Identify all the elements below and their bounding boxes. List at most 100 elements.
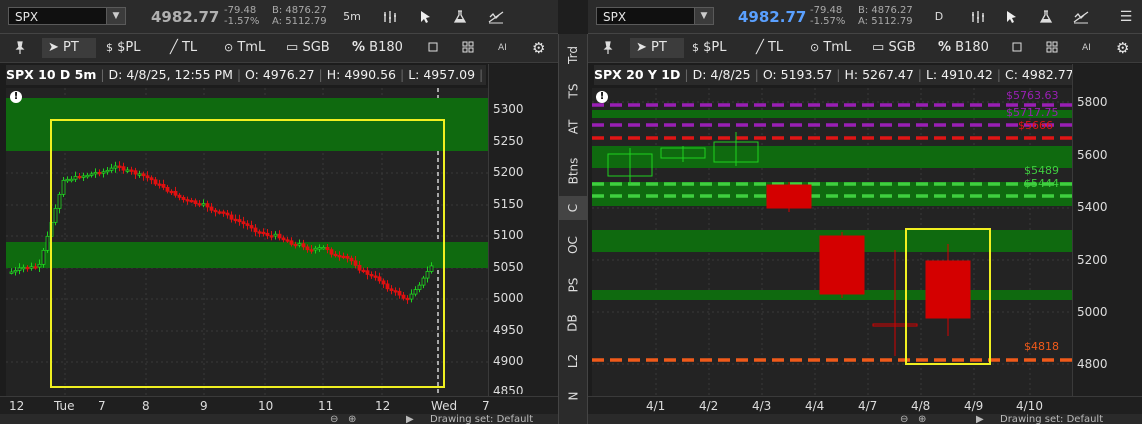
draw-line-icon[interactable] <box>485 8 507 26</box>
tab-btns[interactable]: Btns <box>559 152 587 190</box>
left-candle <box>193 200 198 205</box>
left-candle <box>125 169 130 172</box>
square-icon[interactable] <box>428 38 442 58</box>
trendline-icon: ╱ <box>170 40 178 55</box>
zoom-in-icon[interactable]: ⊕ <box>918 414 926 424</box>
chart-style-icon[interactable] <box>968 8 988 26</box>
right-info-close: C: 4982.77 <box>1005 67 1072 82</box>
right-level-label: $5763.63 <box>1006 89 1059 102</box>
flask-icon[interactable] <box>450 8 470 26</box>
left-y-label: 4950 <box>493 323 524 337</box>
right-level-label: $5444 <box>1024 177 1059 190</box>
right-last-price: 4982.77 <box>738 8 807 26</box>
left-timeframe-button[interactable]: 5m <box>340 8 364 26</box>
right-price-plot[interactable] <box>592 88 1072 396</box>
grid-icon[interactable] <box>462 38 476 58</box>
tab-trd[interactable]: Trd <box>559 40 587 70</box>
left-y-label: 5050 <box>493 260 524 274</box>
left-info-bar: SPX 10 D 5m | D: 4/8/25, 12:55 PM | O: 4… <box>6 65 486 85</box>
tab-n[interactable]: N <box>559 384 587 408</box>
left-candle <box>77 175 82 179</box>
right-tool-pl[interactable]: $ $PL <box>692 38 727 58</box>
tab-db[interactable]: DB <box>559 310 587 336</box>
left-candle <box>225 212 230 216</box>
draw-line-icon[interactable] <box>1070 8 1092 26</box>
left-candle <box>25 266 30 270</box>
left-tool-sgb-label: SGB <box>302 40 330 55</box>
left-candle <box>165 187 170 192</box>
left-tool-b180[interactable]: % B180 <box>352 38 403 58</box>
left-candle <box>297 243 302 246</box>
tab-l2[interactable]: L2 <box>559 348 587 374</box>
left-tool-sgb[interactable]: ▭ SGB <box>286 38 330 58</box>
left-candle <box>81 175 86 178</box>
tab-at[interactable]: AT <box>559 114 587 140</box>
left-candle <box>17 267 22 271</box>
gear-icon[interactable]: ⚙ <box>532 38 545 58</box>
right-drawing-set[interactable]: Drawing set: Default <box>1000 414 1103 424</box>
left-bottom-status: ⊖ ⊕ ▶ Drawing set: Default <box>0 414 558 424</box>
grid-icon[interactable] <box>1046 38 1060 58</box>
tab-ts[interactable]: TS <box>559 78 587 104</box>
right-ask: A: 5112.79 <box>858 16 913 27</box>
right-green-zone-1 <box>592 110 1072 118</box>
zoom-in-icon[interactable]: ⊕ <box>348 414 356 424</box>
right-symbol-input[interactable]: SPX ▼ <box>596 7 714 25</box>
left-symbol-input[interactable]: SPX ▼ <box>8 7 126 25</box>
tab-c[interactable]: C <box>559 196 587 220</box>
right-level-label: $5489 <box>1024 164 1059 177</box>
left-tool-tml[interactable]: ⊙ TmL <box>224 38 265 58</box>
chart-style-icon[interactable] <box>380 8 400 26</box>
left-candle <box>321 246 326 250</box>
left-tool-pt[interactable]: ➤ PT <box>42 38 96 58</box>
left-tool-pl[interactable]: $ $PL <box>106 38 141 58</box>
left-candle <box>93 171 98 175</box>
left-candle <box>393 290 398 293</box>
left-candle <box>189 199 194 203</box>
right-x-label: 4/4 <box>805 399 825 413</box>
right-tool-tl[interactable]: ╱ TL <box>756 38 783 58</box>
gear-icon[interactable]: ⚙ <box>1116 38 1129 58</box>
cursor-icon[interactable] <box>1002 8 1022 26</box>
play-icon[interactable]: ▶ <box>406 414 414 424</box>
tab-oc[interactable]: OC <box>559 232 587 258</box>
left-candle <box>173 190 178 196</box>
right-tool-sgb[interactable]: ▭ SGB <box>872 38 916 58</box>
square-icon[interactable] <box>1012 38 1026 58</box>
left-candle <box>129 169 134 172</box>
right-tool-tml[interactable]: ⊙ TmL <box>810 38 851 58</box>
chevron-down-icon[interactable]: ▼ <box>694 8 713 24</box>
chevron-down-icon[interactable]: ▼ <box>106 8 125 24</box>
left-candle <box>369 274 374 277</box>
right-tool-pt[interactable]: ➤ PT <box>630 38 684 58</box>
right-info-low: L: 4910.42 <box>925 67 993 82</box>
left-ask: A: 5112.79 <box>272 16 327 27</box>
right-alert-icon[interactable]: ! <box>596 91 608 103</box>
pin-icon[interactable] <box>14 38 30 58</box>
right-tool-pt-label: PT <box>651 40 667 55</box>
left-candle <box>181 197 186 200</box>
left-alert-icon[interactable]: ! <box>10 91 22 103</box>
cursor-icon[interactable] <box>416 8 436 26</box>
zoom-out-icon[interactable]: ⊖ <box>330 414 338 424</box>
pin-icon[interactable] <box>602 38 618 58</box>
tab-ps[interactable]: PS <box>559 272 587 298</box>
right-timeframe-button[interactable]: D <box>932 8 946 26</box>
flask-icon[interactable] <box>1036 8 1056 26</box>
left-candle <box>85 174 90 178</box>
right-tool-b180[interactable]: % B180 <box>938 38 989 58</box>
left-price-plot[interactable] <box>6 88 488 396</box>
left-candle <box>409 293 414 300</box>
left-candle <box>233 218 238 222</box>
left-drawing-set[interactable]: Drawing set: Default <box>430 414 533 424</box>
zoom-out-icon[interactable]: ⊖ <box>900 414 908 424</box>
ai-icon[interactable]: AI <box>1082 38 1091 58</box>
menu-icon[interactable]: ☰ <box>1118 8 1134 26</box>
play-icon[interactable]: ▶ <box>976 414 984 424</box>
left-candle <box>65 178 70 182</box>
left-candle <box>333 253 338 257</box>
ai-icon[interactable]: AI <box>498 38 507 58</box>
right-x-label: 4/2 <box>699 399 719 413</box>
left-info-high: H: 4990.56 <box>326 67 397 82</box>
left-tool-tl[interactable]: ╱ TL <box>170 38 197 58</box>
